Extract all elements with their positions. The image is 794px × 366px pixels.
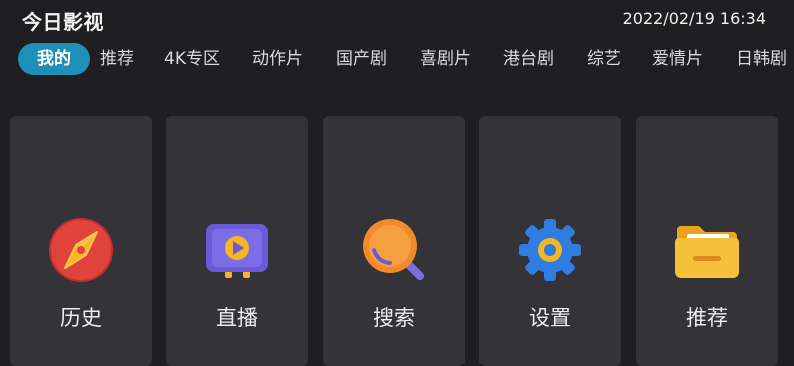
tv-play-icon [203, 216, 271, 284]
search-label: 搜索 [373, 306, 415, 330]
header-bar: 今日影视 2022/02/19 16:34 [0, 0, 794, 40]
tab-jp-kr-series[interactable]: 日韩剧 [736, 43, 787, 75]
gear-icon [516, 216, 584, 284]
tab-recommended[interactable]: 推荐 [100, 43, 134, 75]
datetime: 2022/02/19 16:34 [622, 9, 766, 28]
history-card[interactable]: 历史 [10, 116, 152, 366]
compass-icon [47, 216, 115, 284]
tab-hk-tw-series[interactable]: 港台剧 [503, 43, 554, 75]
app-title: 今日影视 [22, 10, 104, 34]
tab-domestic-series[interactable]: 国产剧 [336, 43, 387, 75]
folder-icon [673, 216, 741, 284]
history-label: 历史 [60, 306, 102, 330]
recommended-label: 推荐 [686, 306, 728, 330]
tab-variety[interactable]: 综艺 [587, 43, 621, 75]
tab-4k[interactable]: 4K专区 [164, 43, 220, 75]
shortcut-grid: 历史 直播 搜索 设置 推荐 [0, 116, 794, 366]
search-icon [360, 216, 428, 284]
tab-mine[interactable]: 我的 [18, 43, 90, 75]
live-label: 直播 [216, 306, 258, 330]
settings-label: 设置 [529, 306, 571, 330]
category-tabs: 我的 推荐 4K专区 动作片 国产剧 喜剧片 港台剧 综艺 爱情片 日韩剧 [0, 40, 794, 80]
tab-comedy[interactable]: 喜剧片 [420, 43, 471, 75]
settings-card[interactable]: 设置 [479, 116, 621, 366]
tab-romance[interactable]: 爱情片 [652, 43, 703, 75]
live-card[interactable]: 直播 [166, 116, 308, 366]
tab-action[interactable]: 动作片 [252, 43, 303, 75]
search-card[interactable]: 搜索 [323, 116, 465, 366]
recommended-card[interactable]: 推荐 [636, 116, 778, 366]
